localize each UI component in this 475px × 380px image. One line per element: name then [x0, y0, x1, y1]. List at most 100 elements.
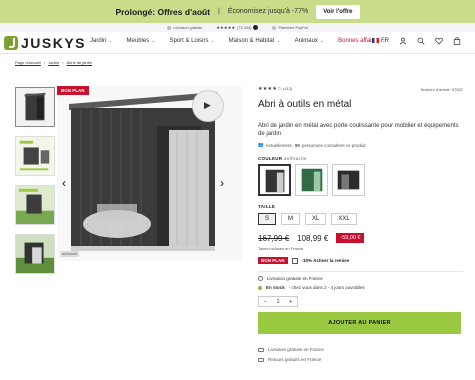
size-label: TAILLE [258, 204, 463, 209]
product-info: ★★★★☆ (413) Numéro d'article: 37837 Abri… [258, 86, 463, 367]
juskys-logo-icon [4, 36, 18, 50]
nav-menu: Jardin ⌄ Meubles ⌄ Sport & Loisirs ⌄ Maison… [90, 38, 386, 44]
service-returns: Retours gratuits en France [258, 357, 463, 362]
paypal-icon [272, 25, 277, 30]
account-icon[interactable] [399, 37, 407, 45]
trust-rating: ★★★★★ (74.334) [216, 25, 259, 30]
language-label: FR [381, 38, 389, 45]
trust-bar: Livraison gratuite ★★★★★ (74.334) Paieme… [0, 23, 475, 32]
size-option-m[interactable]: M [281, 213, 301, 225]
nav-item-maison[interactable]: Maison & Habitat ⌄ [229, 38, 281, 44]
thumbnail-garden[interactable] [15, 234, 55, 274]
thumbnail-dimensions[interactable] [15, 136, 55, 176]
size-option-xxl[interactable]: XXL [331, 213, 357, 225]
size-option-s[interactable]: S [258, 213, 277, 225]
thumbnail-lifestyle[interactable] [15, 185, 55, 225]
rating-stars-icon: ★★★★★ [216, 25, 236, 30]
nav-actions: FR [372, 37, 461, 45]
brand-name: JUSKYS [21, 35, 87, 51]
bonplan-coupon: BON PLAN -10% Activer la remise [258, 257, 463, 264]
nav-item-sport[interactable]: Sport & Loisirs ⌄ [169, 38, 214, 44]
chevron-down-icon: ⌄ [151, 38, 156, 44]
viewers-suffix: personnes consultent ce produit [301, 142, 366, 148]
thumbnail-gallery [15, 87, 55, 283]
nav-label: Meubles [126, 38, 150, 44]
old-price: 167,99 € [258, 233, 290, 243]
color-value: anthracite [283, 156, 307, 161]
color-swatch-dark[interactable] [332, 164, 365, 196]
promo-banner: Prolongé: Offres d'août | Économisez jus… [0, 0, 475, 23]
trust-paypal-label: Paiement PayPal [278, 25, 308, 30]
star-rating-icon: ★★★★☆ [258, 86, 282, 92]
price-row: 167,99 € 108,99 € -59,00 € [258, 233, 463, 243]
service-list: Livraison gratuite en France Retours gra… [258, 347, 463, 362]
image-tag: anthracite [60, 251, 80, 257]
nav-item-jardin[interactable]: Jardin ⌄ [90, 38, 113, 44]
nav-label: Sport & Loisirs [169, 38, 209, 44]
breadcrumb-home[interactable]: Page d'accueil [15, 60, 41, 65]
nav-label: Maison & Habitat [228, 38, 275, 44]
viewers-count: 90 [294, 142, 300, 148]
search-icon[interactable] [417, 37, 425, 45]
item-number: Numéro d'article: 37837 [420, 86, 463, 92]
return-box-icon [258, 357, 264, 362]
cart-bag-icon[interactable] [453, 37, 461, 45]
breadcrumb: Page d'accueil › Jardin › Abris de jardi… [15, 60, 92, 65]
shipping-info: Livraison gratuite en France [258, 276, 463, 281]
chevron-down-icon: ⌄ [276, 38, 281, 44]
size-options: S M XL XXL [258, 213, 463, 225]
wishlist-heart-icon[interactable] [435, 37, 443, 45]
size-option-xl[interactable]: XL [305, 213, 327, 225]
color-swatch-green[interactable] [295, 164, 328, 196]
language-selector[interactable]: FR [372, 37, 389, 45]
stock-info: En stock - chez vous dans 2 - 4 jours ou… [258, 285, 463, 290]
service-shipping: Livraison gratuite en France [258, 347, 463, 352]
eye-icon: 👥 [258, 142, 264, 147]
in-stock-dot-icon [258, 285, 262, 290]
current-price: 108,99 € [297, 233, 329, 243]
brand-logo[interactable]: JUSKYS [4, 35, 86, 51]
service-returns-text: Retours gratuits en France [268, 357, 322, 362]
quantity-input[interactable]: 1 [272, 299, 285, 305]
promo-separator: | [218, 8, 220, 15]
nav-item-meubles[interactable]: Meubles ⌄ [127, 38, 156, 44]
quantity-increase-button[interactable]: + [284, 299, 297, 305]
trust-shipping-label: Livraison gratuite [173, 25, 203, 30]
nav-item-animaux[interactable]: Animaux ⌄ [295, 38, 325, 44]
stock-label: En stock [266, 285, 285, 290]
trust-paypal: Paiement PayPal [272, 25, 308, 30]
add-to-cart-button[interactable]: AJOUTER AU PANIER [258, 312, 461, 334]
color-label: COULEUR anthracite [258, 156, 463, 161]
rating[interactable]: ★★★★☆ (413) [258, 86, 292, 92]
product-description: Abri de jardin en métal avec porte couli… [258, 123, 459, 137]
check-icon [167, 25, 172, 30]
shipping-text: Livraison gratuite en France [267, 276, 323, 281]
chevron-left-icon[interactable]: ‹ [62, 176, 66, 190]
chevron-right-icon[interactable]: › [220, 176, 224, 190]
chevron-down-icon: ⌄ [319, 38, 325, 44]
breadcrumb-sep: › [43, 60, 46, 65]
viewers-notice: 👥 Actuellement, 90 personnes consultent … [258, 142, 463, 148]
french-flag-icon [372, 37, 379, 43]
quantity-decrease-button[interactable]: − [259, 299, 272, 305]
chevron-down-icon: ⌄ [210, 38, 215, 44]
view-offer-button[interactable]: Voir l'offre [316, 4, 360, 19]
breadcrumb-jardin[interactable]: Jardin [48, 60, 59, 65]
breadcrumb-abris[interactable]: Abris de jardin [67, 60, 93, 65]
nav-label: Jardin [90, 38, 107, 44]
size-label-text: TAILLE [258, 204, 276, 209]
nav-label: Animaux [294, 38, 318, 44]
coupon-checkbox[interactable] [291, 257, 298, 264]
truck-icon [258, 276, 263, 281]
stock-detail: - chez vous dans 2 - 4 jours ouvrables [288, 285, 365, 290]
tax-note: Taxes incluses en France [258, 246, 304, 251]
chevron-down-icon: ⌄ [108, 38, 113, 44]
thumbnail-shed-front[interactable] [15, 87, 55, 127]
bonplan-badge: BON PLAN [258, 257, 288, 264]
truck-icon [258, 347, 264, 352]
trustpilot-icon [253, 25, 259, 30]
trust-review-count: (74.334) [237, 25, 252, 30]
color-swatch-anthracite[interactable] [258, 164, 291, 196]
play-video-button[interactable] [192, 90, 224, 122]
rating-count: (413) [283, 86, 293, 91]
